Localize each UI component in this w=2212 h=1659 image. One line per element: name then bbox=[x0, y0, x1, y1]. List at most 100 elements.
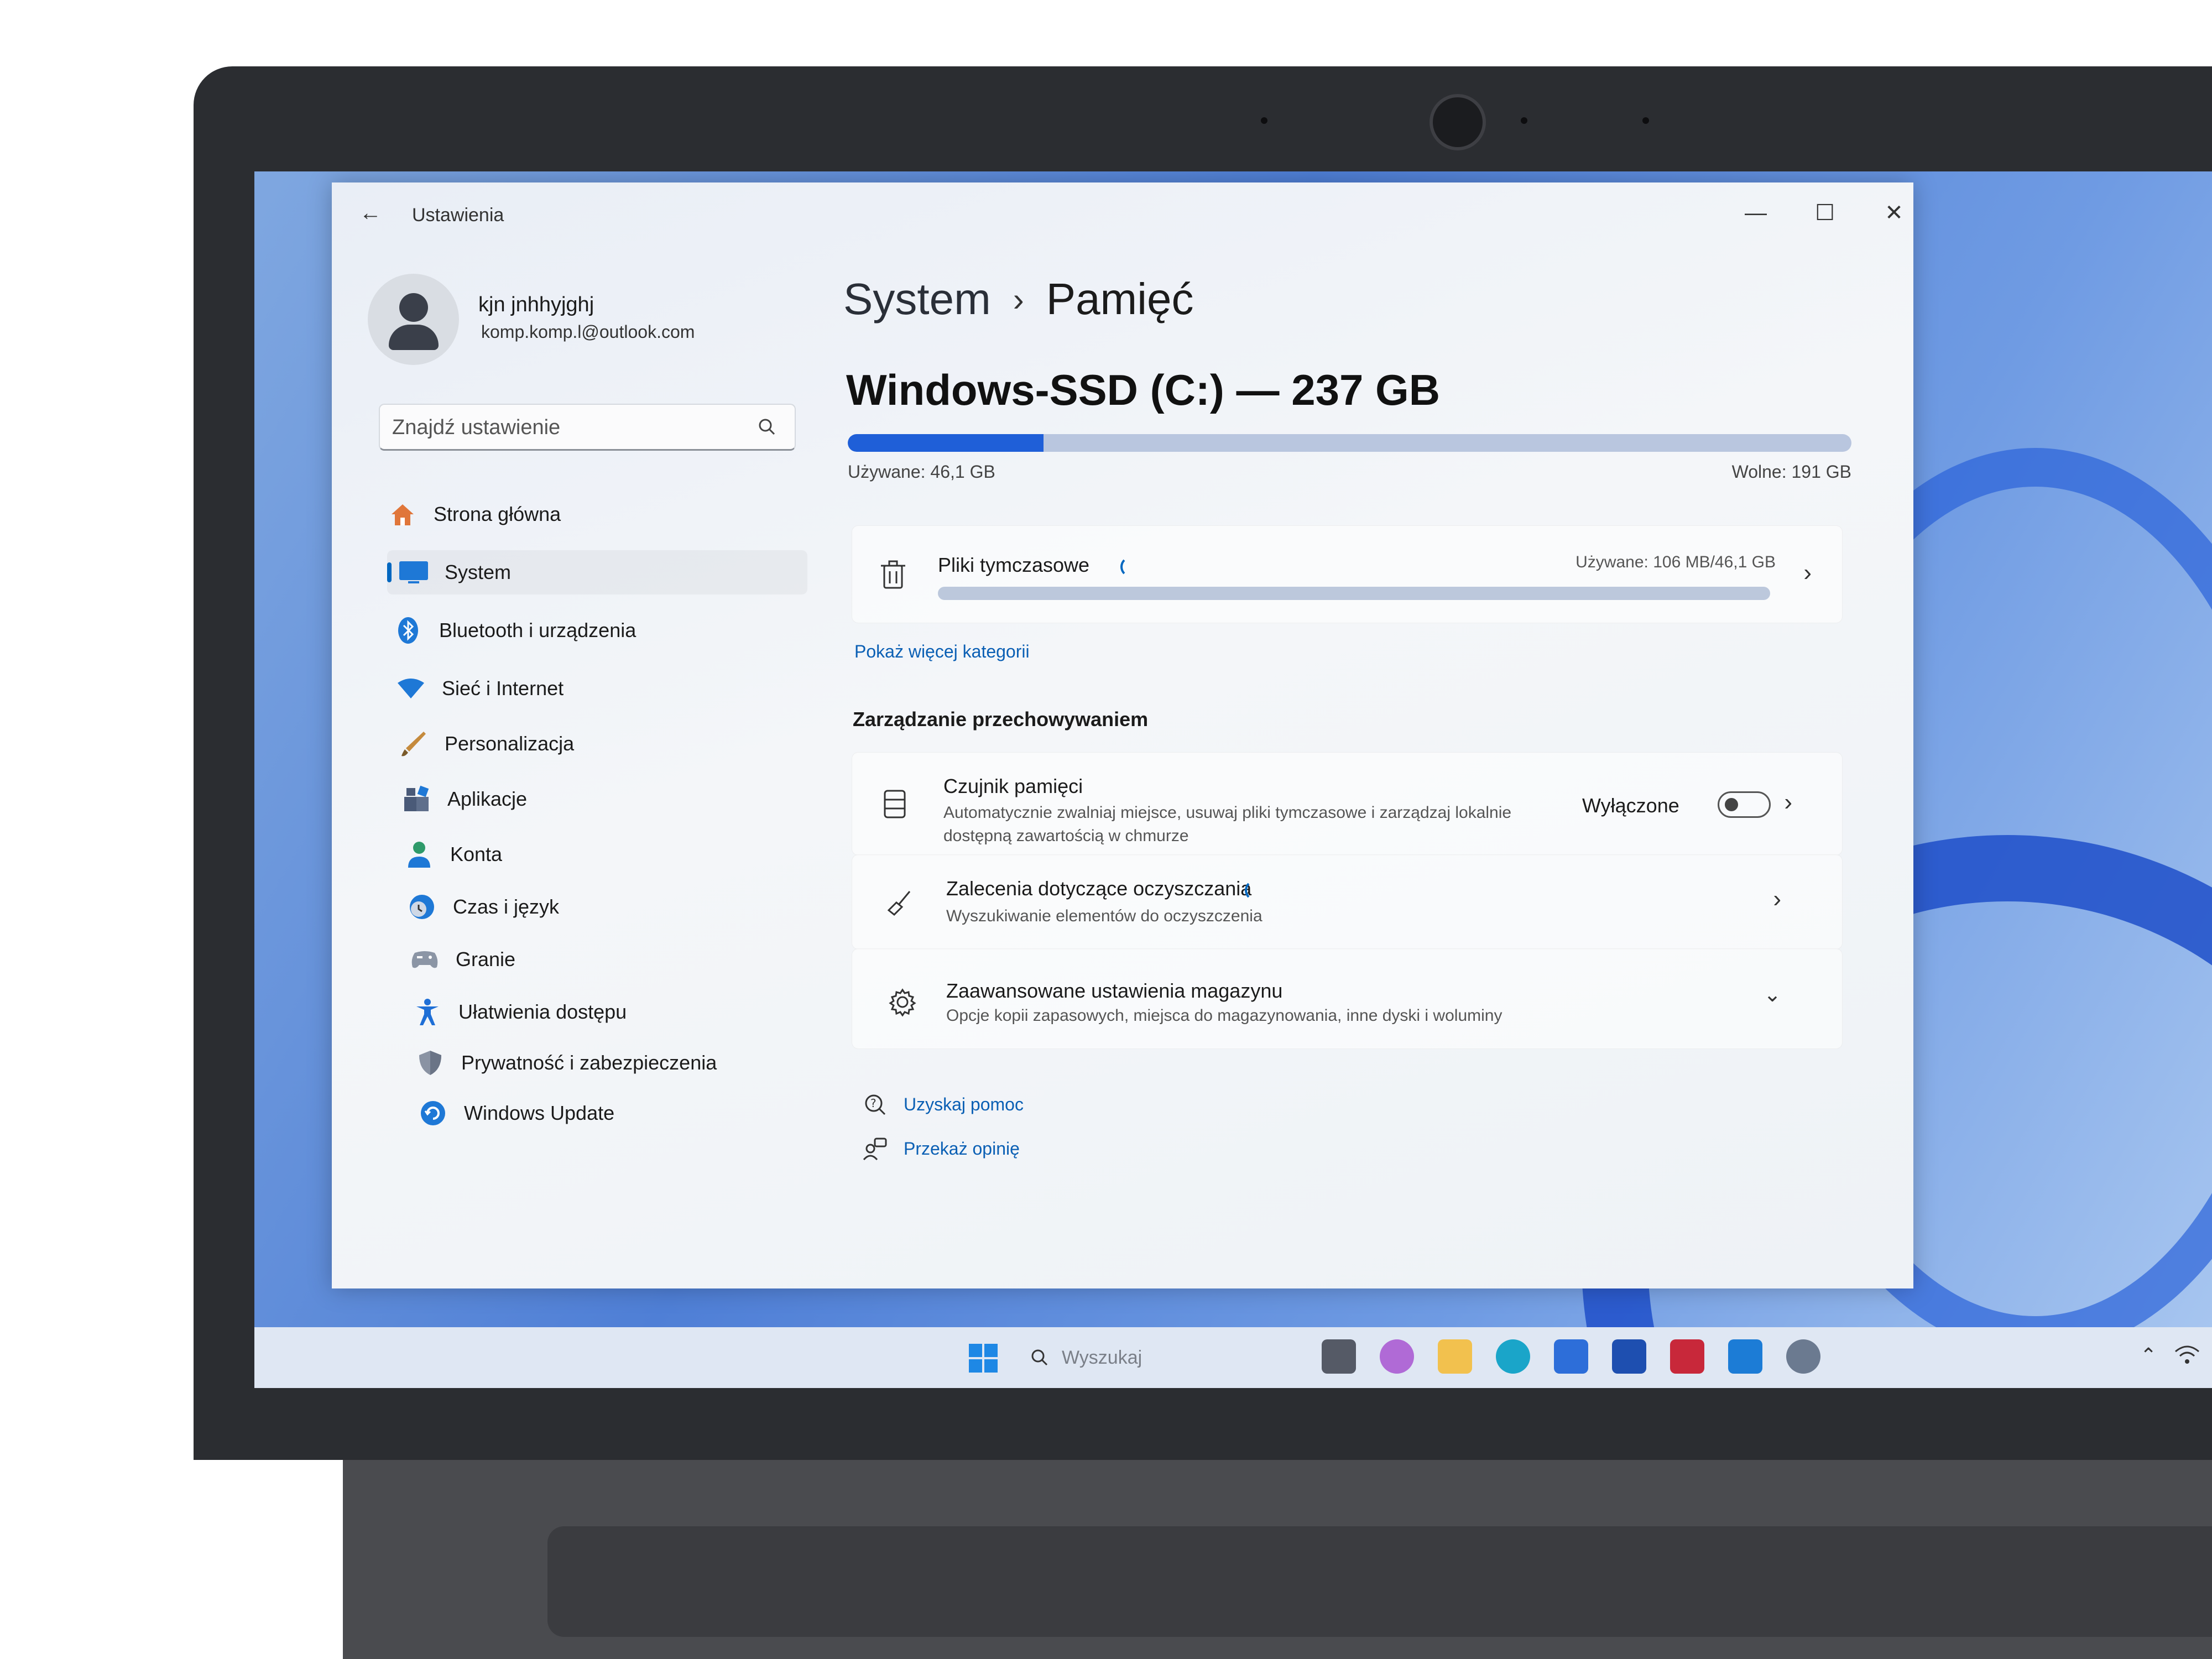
nav-item-privacy[interactable]: Prywatność i zabezpieczenia bbox=[415, 1041, 835, 1085]
advanced-storage-card[interactable]: Zaawansowane ustawienia magazynu Opcje k… bbox=[852, 948, 1843, 1049]
disk-title: Windows-SSD (C:) — 237 GB bbox=[846, 366, 1441, 414]
tray-chevron-up-icon[interactable]: ⌃ bbox=[2140, 1344, 2157, 1367]
taskbar-search[interactable]: Wyszukaj bbox=[1029, 1338, 1294, 1377]
chevron-right-icon: › bbox=[1784, 789, 1792, 816]
disk-usage-bar bbox=[848, 434, 1851, 452]
settings-search[interactable] bbox=[379, 404, 796, 451]
active-indicator bbox=[387, 562, 392, 582]
nav-item-time-language[interactable]: Czas i język bbox=[406, 885, 827, 929]
feedback-link[interactable]: Przekaż opinię bbox=[904, 1139, 1020, 1159]
wifi-tray-icon[interactable] bbox=[2173, 1344, 2201, 1366]
sensor-dot bbox=[1261, 117, 1267, 124]
start-button-icon[interactable] bbox=[968, 1343, 999, 1374]
loading-spinner-icon bbox=[1245, 880, 1266, 901]
toggle-knob bbox=[1725, 798, 1738, 811]
title-bar: ← Ustawienia — ☐ ✕ bbox=[332, 182, 1913, 232]
disk-used-label: Używane: 46,1 GB bbox=[848, 462, 995, 482]
search-icon[interactable] bbox=[756, 416, 778, 438]
show-more-categories-link[interactable]: Pokaż więcej kategorii bbox=[854, 641, 1030, 662]
mcafee-icon[interactable] bbox=[1670, 1339, 1704, 1374]
cleanup-description: Wyszukiwanie elementów do oczyszczenia bbox=[946, 907, 1262, 925]
copilot-icon[interactable] bbox=[1380, 1339, 1414, 1374]
breadcrumb-parent[interactable]: System bbox=[843, 274, 991, 325]
outlook-icon[interactable] bbox=[1728, 1339, 1762, 1374]
settings-gear-icon[interactable] bbox=[1786, 1339, 1820, 1374]
storage-drive-icon bbox=[884, 790, 906, 818]
nav-label: Personalizacja bbox=[445, 732, 575, 755]
nav-item-accessibility[interactable]: Ułatwienia dostępu bbox=[412, 990, 832, 1034]
globe-clock-icon bbox=[406, 891, 437, 922]
avatar[interactable] bbox=[368, 274, 459, 365]
wifi-icon bbox=[395, 673, 426, 704]
nav-item-system[interactable]: System bbox=[387, 550, 807, 594]
chevron-right-icon: › bbox=[1803, 559, 1812, 586]
nav-item-network[interactable]: Sieć i Internet bbox=[395, 666, 816, 711]
gear-icon bbox=[889, 988, 916, 1016]
storage-sense-title: Czujnik pamięci bbox=[943, 775, 1083, 797]
nav-label: Sieć i Internet bbox=[442, 677, 564, 700]
bluetooth-icon bbox=[393, 615, 424, 646]
nav-label: Ułatwienia dostępu bbox=[458, 1000, 627, 1023]
apps-icon bbox=[401, 784, 432, 815]
chevron-right-icon: › bbox=[1773, 885, 1781, 912]
nav-label: Prywatność i zabezpieczenia bbox=[461, 1051, 717, 1074]
nav-label: System bbox=[445, 561, 512, 583]
get-help-link-row[interactable]: ? Uzyskaj pomoc bbox=[863, 1092, 1024, 1117]
sensor-dot bbox=[1521, 117, 1527, 124]
webcam bbox=[1430, 94, 1486, 150]
user-name: kjn jnhhyjghj bbox=[478, 293, 594, 316]
storage-sense-state: Wyłączone bbox=[1582, 794, 1679, 817]
task-view-icon[interactable] bbox=[1322, 1339, 1356, 1374]
help-icon: ? bbox=[865, 1094, 886, 1115]
settings-window: ← Ustawienia — ☐ ✕ kjn jnhhyjghj komp.ko… bbox=[332, 182, 1913, 1288]
maximize-button[interactable]: ☐ bbox=[1800, 196, 1850, 229]
minimize-button[interactable]: — bbox=[1731, 196, 1781, 229]
storage-sense-description: Automatycznie zwalniaj miejsce, usuwaj p… bbox=[943, 804, 1512, 845]
nav-item-windows-update[interactable]: Windows Update bbox=[418, 1091, 838, 1135]
disk-usage-fill bbox=[848, 434, 1044, 452]
storage-management-heading: Zarządzanie przechowywaniem bbox=[853, 708, 1149, 731]
sensor-dot bbox=[1642, 117, 1649, 124]
breadcrumb: System › Pamięć bbox=[843, 274, 1193, 325]
advanced-storage-description: Opcje kopii zapasowych, miejsca do magaz… bbox=[946, 1006, 1503, 1025]
monitor-icon bbox=[398, 557, 429, 588]
laptop-hinge bbox=[547, 1526, 2212, 1637]
avatar-head bbox=[399, 293, 428, 322]
store-icon[interactable] bbox=[1554, 1339, 1588, 1374]
nav-item-personalization[interactable]: Personalizacja bbox=[398, 722, 818, 766]
lenovo-app-icon[interactable] bbox=[1612, 1339, 1646, 1374]
accessibility-icon bbox=[412, 997, 443, 1027]
nav-item-apps[interactable]: Aplikacje bbox=[401, 777, 821, 821]
brush-icon bbox=[398, 728, 429, 759]
gamepad-icon bbox=[409, 944, 440, 975]
nav-item-gaming[interactable]: Granie bbox=[409, 937, 830, 982]
page-title: Pamięć bbox=[1046, 274, 1194, 324]
get-help-link[interactable]: Uzyskaj pomoc bbox=[904, 1094, 1024, 1115]
search-icon bbox=[1031, 1349, 1048, 1366]
window-title: Ustawienia bbox=[412, 205, 504, 226]
home-icon bbox=[387, 499, 418, 530]
cleanup-recommendations-card[interactable]: Zalecenia dotyczące oczyszczania Wyszuki… bbox=[852, 854, 1843, 950]
feedback-icon bbox=[863, 1138, 887, 1161]
advanced-storage-title: Zaawansowane ustawienia magazynu bbox=[946, 979, 1283, 1002]
edge-icon[interactable] bbox=[1496, 1339, 1530, 1374]
shield-icon bbox=[415, 1047, 446, 1078]
storage-sense-card[interactable]: Czujnik pamięci Automatycznie zwalniaj m… bbox=[852, 752, 1843, 855]
broom-icon bbox=[887, 891, 911, 916]
nav-item-home[interactable]: Strona główna bbox=[387, 492, 807, 536]
user-email: komp.komp.l@outlook.com bbox=[481, 322, 695, 342]
cleanup-title: Zalecenia dotyczące oczyszczania bbox=[946, 877, 1252, 900]
back-button[interactable]: ← bbox=[354, 199, 387, 227]
file-explorer-icon[interactable] bbox=[1438, 1339, 1472, 1374]
storage-sense-toggle[interactable] bbox=[1718, 791, 1771, 818]
search-input[interactable] bbox=[391, 411, 747, 444]
trash-icon bbox=[881, 560, 905, 589]
chevron-down-icon: ⌄ bbox=[1764, 983, 1781, 1006]
feedback-link-row[interactable]: Przekaż opinię bbox=[863, 1136, 1020, 1161]
taskbar-search-placeholder: Wyszukaj bbox=[1062, 1347, 1142, 1368]
nav-item-accounts[interactable]: Konta bbox=[404, 832, 824, 877]
nav-item-bluetooth[interactable]: Bluetooth i urządzenia bbox=[393, 608, 813, 653]
close-button[interactable]: ✕ bbox=[1869, 196, 1919, 229]
temp-files-card[interactable]: Pliki tymczasowe Używane: 106 MB/46,1 GB… bbox=[852, 525, 1843, 623]
person-icon bbox=[404, 839, 435, 870]
